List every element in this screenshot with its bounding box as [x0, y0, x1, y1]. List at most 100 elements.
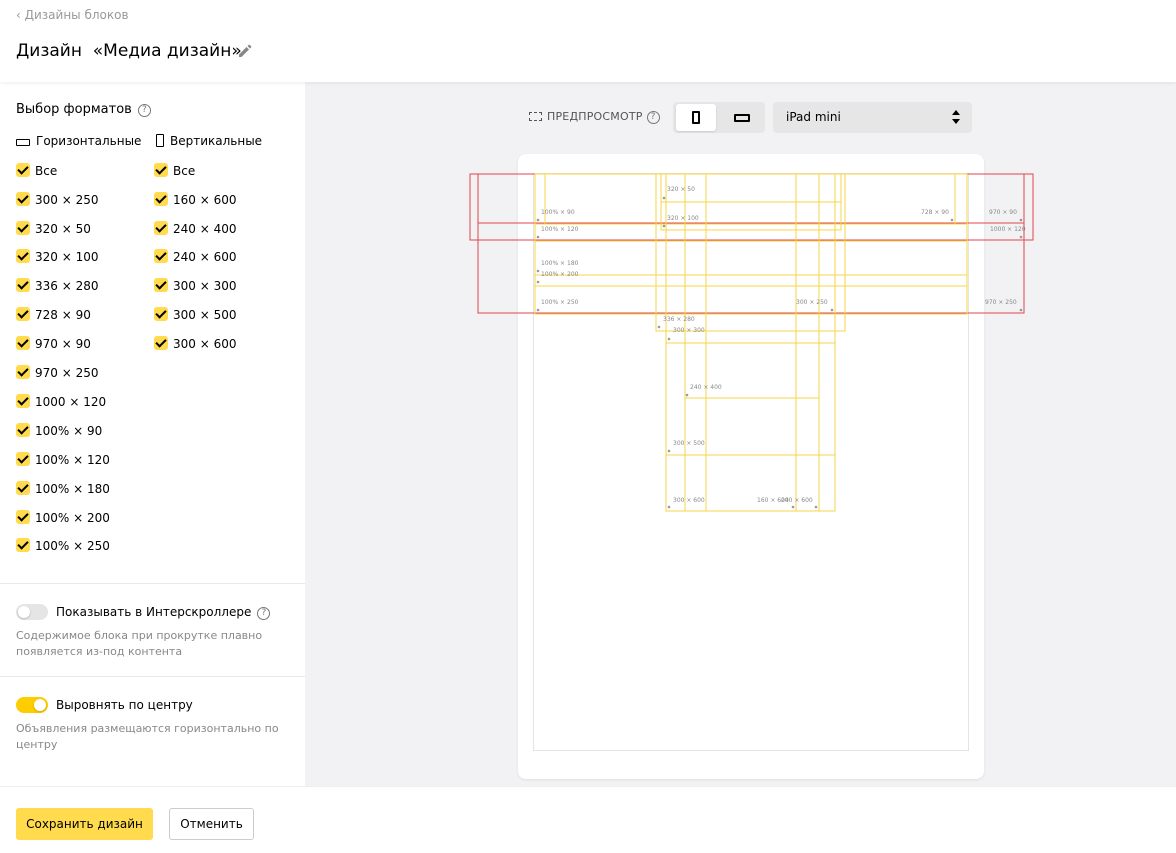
format-checkbox-300x500[interactable]: 300 × 500 — [154, 307, 237, 323]
format-checkbox-240x600[interactable]: 240 × 600 — [154, 249, 237, 265]
checkbox-checked-icon[interactable] — [154, 221, 168, 235]
back-link[interactable]: ‹ Дизайны блоков — [16, 8, 129, 22]
page-header: ‹ Дизайны блоков Дизайн «Медиа дизайн» — [0, 0, 1176, 82]
title-prefix: Дизайн — [16, 41, 82, 61]
checkbox-checked-icon[interactable] — [16, 452, 30, 466]
pencil-icon[interactable] — [237, 43, 253, 59]
format-checkbox-320x50[interactable]: 320 × 50 — [16, 221, 91, 237]
device-select-value: iPad mini — [786, 110, 841, 124]
checkbox-checked-icon[interactable] — [16, 192, 30, 206]
checkbox-checked-icon[interactable] — [154, 278, 168, 292]
preview-select-icon — [529, 112, 542, 121]
center-align-description: Объявления размещаются горизонтально по … — [16, 722, 279, 751]
format-label: Все — [35, 164, 58, 178]
format-checkbox-100x200[interactable]: 100% × 200 — [16, 510, 110, 526]
format-checkbox-v-all[interactable]: Все — [154, 163, 195, 179]
help-icon[interactable]: ? — [646, 111, 660, 124]
preview-label-text: ПРЕДПРОСМОТР — [547, 110, 643, 123]
format-label: 300 × 250 — [35, 193, 99, 207]
format-label: 300 × 500 — [173, 308, 237, 322]
interscroller-label: Показывать в Интерскроллере? — [56, 605, 271, 620]
landscape-orientation-button[interactable] — [722, 104, 762, 131]
format-checkbox-300x300[interactable]: 300 × 300 — [154, 278, 237, 294]
portrait-orientation-button[interactable] — [676, 104, 716, 131]
checkbox-checked-icon[interactable] — [16, 249, 30, 263]
format-checkbox-100x250[interactable]: 100% × 250 — [16, 538, 110, 554]
checkbox-checked-icon[interactable] — [16, 278, 30, 292]
formats-section-title: Выбор форматов? — [16, 102, 151, 117]
checkbox-checked-icon[interactable] — [16, 221, 30, 235]
interscroller-toggle[interactable] — [16, 604, 48, 620]
checkbox-checked-icon[interactable] — [16, 307, 30, 321]
device-select[interactable]: iPad mini — [773, 102, 972, 133]
format-label: 100% × 200 — [35, 511, 110, 525]
section-divider — [0, 676, 305, 677]
format-label: 320 × 100 — [35, 250, 99, 264]
horizontal-label: Горизонтальные — [36, 134, 142, 148]
checkbox-checked-icon[interactable] — [154, 336, 168, 350]
vertical-format-icon — [156, 134, 164, 147]
center-align-toggle[interactable] — [16, 697, 48, 713]
format-label: 320 × 50 — [35, 222, 91, 236]
checkbox-checked-icon[interactable] — [154, 163, 168, 177]
format-label: 240 × 400 — [173, 222, 237, 236]
format-checkbox-300x250[interactable]: 300 × 250 — [16, 192, 99, 208]
format-label: 100% × 90 — [35, 424, 103, 438]
interscroller-label-text: Показывать в Интерскроллере — [56, 605, 252, 619]
formats-title: Выбор форматов — [16, 102, 132, 117]
format-label: 1000 × 120 — [35, 395, 107, 409]
format-checkbox-h-all[interactable]: Все — [16, 163, 57, 179]
format-checkbox-240x400[interactable]: 240 × 400 — [154, 221, 237, 237]
checkbox-checked-icon[interactable] — [154, 307, 168, 321]
format-checkbox-100x120[interactable]: 100% × 120 — [16, 452, 110, 468]
format-label: 970 × 90 — [35, 337, 91, 351]
checkbox-checked-icon[interactable] — [16, 510, 30, 524]
format-label: 100% × 180 — [35, 482, 110, 496]
cancel-button[interactable]: Отменить — [169, 808, 254, 840]
section-divider — [0, 583, 305, 584]
checkbox-checked-icon[interactable] — [16, 538, 30, 552]
checkbox-checked-icon[interactable] — [16, 394, 30, 408]
save-design-button[interactable]: Сохранить дизайн — [16, 808, 153, 840]
format-checkbox-728x90[interactable]: 728 × 90 — [16, 307, 91, 323]
format-label: Все — [173, 164, 196, 178]
page-footer: Сохранить дизайн Отменить — [0, 786, 1176, 853]
format-label: 100% × 120 — [35, 453, 110, 467]
format-checkbox-970x250[interactable]: 970 × 250 — [16, 365, 99, 381]
format-label: 300 × 300 — [173, 279, 237, 293]
checkbox-checked-icon[interactable] — [16, 163, 30, 177]
checkbox-checked-icon[interactable] — [16, 336, 30, 350]
vertical-formats-header: Вертикальные — [156, 134, 262, 148]
format-label: 300 × 600 — [173, 337, 237, 351]
format-checkbox-300x600[interactable]: 300 × 600 — [154, 336, 237, 352]
format-checkbox-100x90[interactable]: 100% × 90 — [16, 423, 102, 439]
format-checkbox-100x180[interactable]: 100% × 180 — [16, 481, 110, 497]
select-arrows-icon — [952, 110, 960, 124]
checkbox-checked-icon[interactable] — [16, 481, 30, 495]
format-label: 160 × 600 — [173, 193, 237, 207]
format-label: 970 × 250 — [35, 366, 99, 380]
format-checkbox-160x600[interactable]: 160 × 600 — [154, 192, 237, 208]
portrait-icon — [692, 111, 700, 124]
format-label: 100% × 250 — [35, 539, 110, 553]
orientation-switch — [673, 102, 765, 133]
page-title: Дизайн «Медиа дизайн» — [16, 41, 242, 61]
format-checkbox-970x90[interactable]: 970 × 90 — [16, 336, 91, 352]
format-checkbox-1000x120[interactable]: 1000 × 120 — [16, 394, 106, 410]
checkbox-checked-icon[interactable] — [154, 249, 168, 263]
center-align-label: Выровнять по центру — [56, 698, 193, 712]
format-checkbox-320x100[interactable]: 320 × 100 — [16, 249, 99, 265]
checkbox-checked-icon[interactable] — [16, 423, 30, 437]
settings-sidebar: Выбор форматов? Горизонтальные Вертикаль… — [0, 82, 305, 786]
help-icon[interactable]: ? — [257, 607, 271, 620]
device-frame — [518, 154, 984, 779]
checkbox-checked-icon[interactable] — [154, 192, 168, 206]
help-icon[interactable]: ? — [137, 104, 151, 117]
landscape-icon — [734, 114, 750, 122]
design-name: «Медиа дизайн» — [92, 41, 242, 61]
toggle-knob — [18, 606, 30, 618]
format-label: 728 × 90 — [35, 308, 91, 322]
format-checkbox-336x280[interactable]: 336 × 280 — [16, 278, 99, 294]
checkbox-checked-icon[interactable] — [16, 365, 30, 379]
preview-label: ПРЕДПРОСМОТР? — [529, 110, 660, 124]
